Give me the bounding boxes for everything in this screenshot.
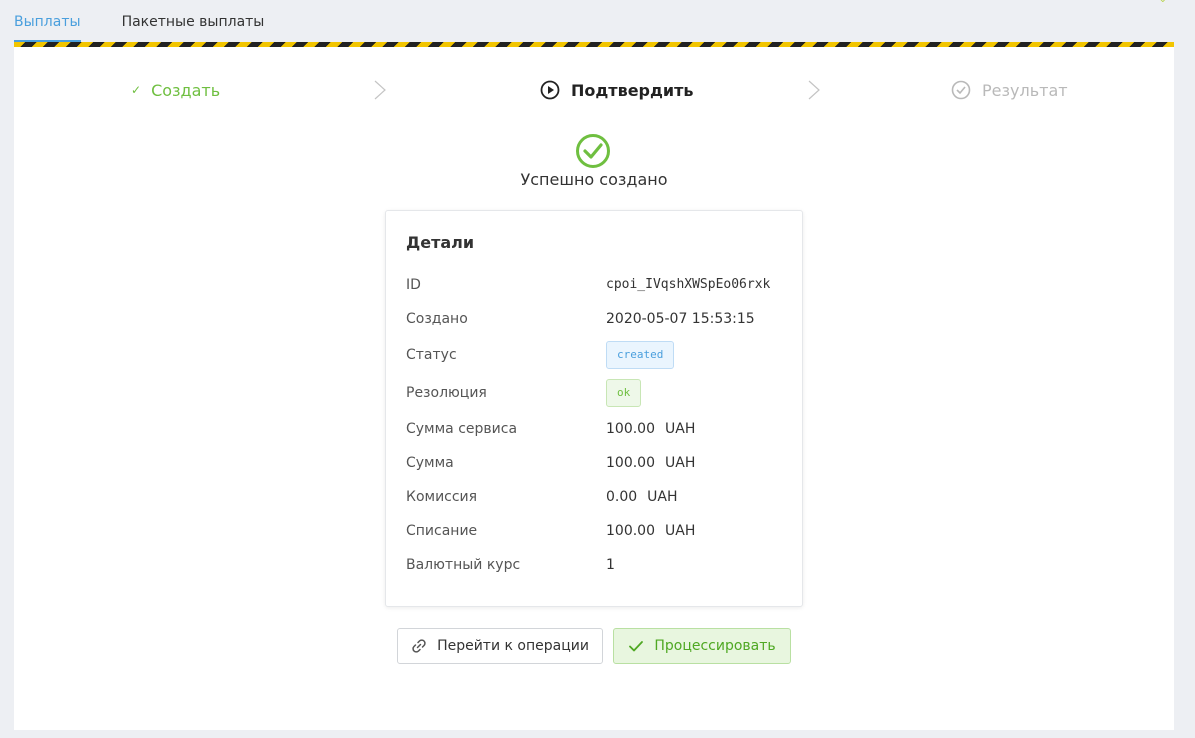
process-button[interactable]: Процессировать [613,628,791,664]
status-badge: created [606,341,675,369]
process-label: Процессировать [654,638,776,654]
detail-label: Валютный курс [406,557,521,573]
detail-label: Резолюция [406,385,487,401]
step-result: Результат [951,77,1068,103]
detail-label: Комиссия [406,489,478,505]
go-to-operation-label: Перейти к операции [437,638,589,654]
success-message: Успешно создано [520,170,668,189]
check-icon: ✓ [131,83,142,97]
amount-value: 100.00 [606,523,655,539]
amount-value: 100.00 [606,455,655,471]
details-card: Детали ID cpoi_IVqshXWSpEo06rxk Создано … [385,210,803,607]
currency-code: UAH [665,523,696,539]
stepper: ✓ Создать Подтвердить Результат [14,77,1174,103]
created-value: 2020-05-07 15:53:15 [606,311,755,327]
detail-label: Сумма [406,455,454,471]
step-result-label: Результат [982,80,1068,100]
currency-code: UAH [665,455,696,471]
exchange-rate-value: 1 [606,557,615,573]
step-create: ✓ Создать [131,77,220,103]
resolution-badge: ok [606,379,642,407]
step-confirm-label: Подтвердить [571,80,694,100]
amount-value: 100.00 [606,421,655,437]
detail-label: ID [406,277,421,293]
step-confirm: Подтвердить [540,77,694,103]
currency-code: UAH [647,489,678,505]
payout-id-value[interactable]: cpoi_IVqshXWSpEo06rxk [606,277,770,292]
currency-code: UAH [665,421,696,437]
corner-decoration: ⌄ [1159,0,1167,5]
tab-bar: Выплаты Пакетные выплаты [14,0,1174,42]
step-create-label: Создать [151,80,221,100]
detail-label: Списание [406,523,478,539]
tab-batch-payouts[interactable]: Пакетные выплаты [122,14,265,42]
detail-label: Статус [406,347,457,363]
chevron-right-icon [374,80,386,100]
go-to-operation-button[interactable]: Перейти к операции [397,628,603,664]
tab-payouts[interactable]: Выплаты [14,14,81,42]
link-icon [412,639,426,653]
chevron-right-icon [808,80,820,100]
detail-label: Создано [406,311,468,327]
check-circle-icon [951,80,971,100]
success-check-circle-icon [576,134,610,168]
detail-label: Сумма сервиса [406,421,518,437]
play-circle-icon [540,80,560,100]
main-panel: ✓ Создать Подтвердить Результат Успешно … [14,47,1174,730]
check-icon [629,641,644,652]
details-title: Детали [406,233,475,252]
amount-value: 0.00 [606,489,638,505]
